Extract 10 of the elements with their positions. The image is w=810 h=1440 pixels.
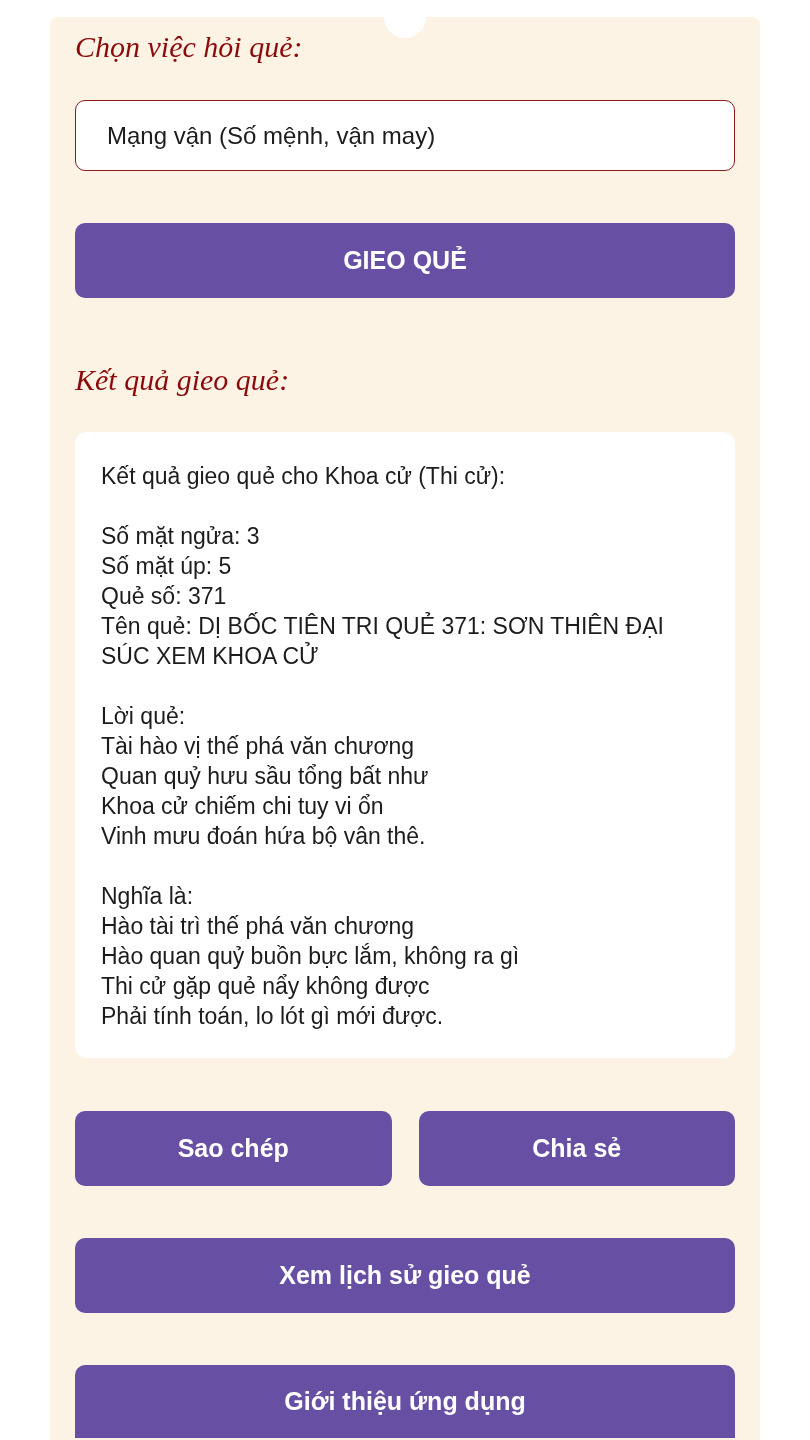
section-heading: Chọn việc hỏi quẻ: [75, 29, 303, 65]
about-button[interactable]: Giới thiệu ứng dụng [75, 1365, 735, 1438]
card-notch [384, 17, 426, 38]
share-button[interactable]: Chia sẻ [418, 1111, 735, 1186]
section-heading: Kết quả gieo quẻ: [75, 362, 290, 398]
result-text: Kết quả gieo quẻ cho Khoa cử (Thi cử): Số mặt ngửa: 3 Số mặt úp: 5 Quẻ số: 371 Tên quẻ: DỊ BỐC TIÊN TRI QUẺ 371: SƠN THIÊN ĐẠI SÚC XEM KHOA CỬ Lời quẻ: Tài hào vị thế phá văn chương Quan quỷ hưu sầu tổng bất như Khoa cử chiếm chi tuy vi ổn Vinh mưu đoán hứa bộ vân thê. Nghĩa là: Hào tài trì thế phá văn chương Hào quan quỷ buồn bực lắm, không ra gì Thi cử gặp quẻ nẩy không được Phải tính toán, lo lót gì mới được. [101, 462, 665, 1031]
copy-button[interactable]: Sao chép [75, 1111, 392, 1186]
history-button[interactable]: Xem lịch sử gieo quẻ [75, 1238, 735, 1313]
dropdown-field[interactable]: Mạng vận (Số mệnh, vận may) [75, 100, 735, 171]
cast-button[interactable]: GIEO QUẺ [75, 223, 735, 298]
